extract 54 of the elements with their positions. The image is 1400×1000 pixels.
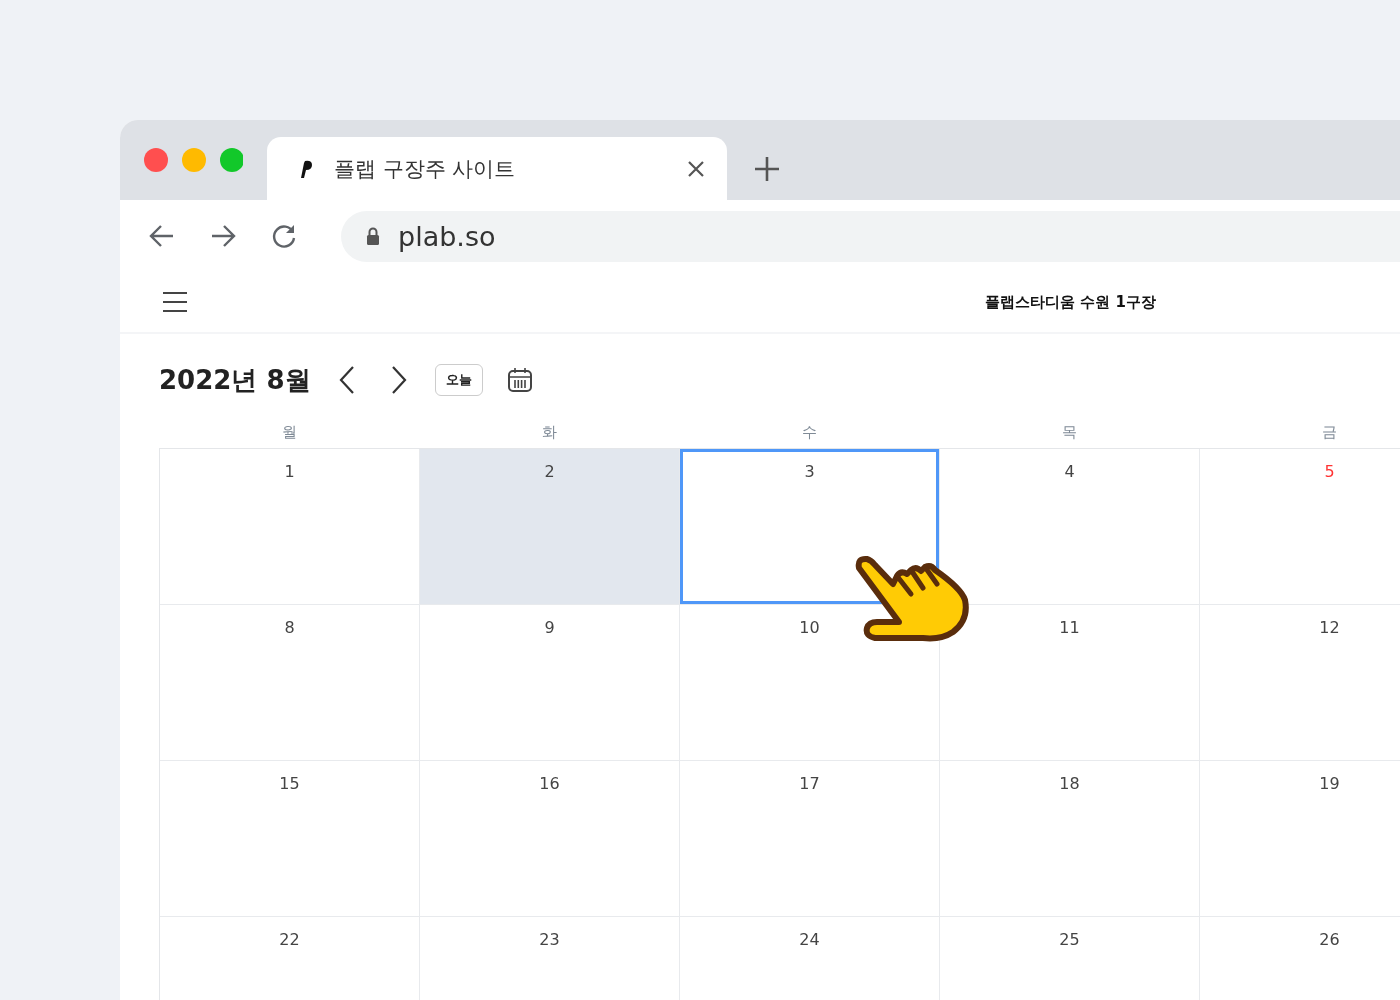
reload-icon[interactable] xyxy=(270,222,298,250)
day-cell[interactable]: 18 xyxy=(940,761,1200,917)
weekday-label: 금 xyxy=(1321,422,1337,442)
browser-tab[interactable]: 플랩 구장주 사이트 xyxy=(267,137,727,200)
day-number: 4 xyxy=(1064,462,1075,482)
day-number: 15 xyxy=(279,774,300,794)
day-cell[interactable]: 2 xyxy=(420,449,680,605)
day-number: 12 xyxy=(1319,618,1340,638)
day-cell[interactable]: 8 xyxy=(160,605,420,761)
day-number: 25 xyxy=(1059,930,1080,950)
today-button[interactable]: 오늘 xyxy=(434,364,483,396)
day-number: 5 xyxy=(1324,462,1335,482)
day-number: 18 xyxy=(1059,774,1080,794)
day-number: 9 xyxy=(544,618,555,638)
month-title: 2022년 8월 xyxy=(159,363,311,397)
weekday-label: 목 xyxy=(1061,422,1077,442)
lock-icon xyxy=(366,227,380,245)
day-number: 2 xyxy=(544,462,555,482)
day-cell[interactable]: 17 xyxy=(680,761,940,917)
address-bar[interactable]: plab.so xyxy=(341,210,1400,262)
day-cell[interactable]: 19 xyxy=(1200,761,1400,917)
day-number: 8 xyxy=(284,618,295,638)
day-cell[interactable]: 22 xyxy=(160,917,420,1000)
new-tab-icon[interactable] xyxy=(754,156,780,182)
day-number: 23 xyxy=(539,930,560,950)
day-number: 26 xyxy=(1319,930,1340,950)
day-number: 16 xyxy=(539,774,560,794)
day-cell[interactable]: 25 xyxy=(940,917,1200,1000)
calendar-icon[interactable] xyxy=(506,367,533,393)
day-number: 10 xyxy=(799,618,820,638)
stadium-title: 플랩스타디움 수원 1구장 xyxy=(985,292,1156,312)
day-cell[interactable]: 26 xyxy=(1200,917,1400,1000)
day-number: 11 xyxy=(1059,618,1080,638)
day-cell[interactable]: 16 xyxy=(420,761,680,917)
window-controls-icon[interactable] xyxy=(143,147,243,173)
day-number: 3 xyxy=(804,462,815,482)
day-number: 24 xyxy=(799,930,820,950)
day-number: 17 xyxy=(799,774,820,794)
pointing-hand-icon xyxy=(853,554,971,644)
day-cell[interactable]: 15 xyxy=(160,761,420,917)
day-cell[interactable]: 5 xyxy=(1200,449,1400,605)
menu-icon[interactable] xyxy=(162,291,188,313)
day-cell[interactable]: 9 xyxy=(420,605,680,761)
day-cell[interactable]: 12 xyxy=(1200,605,1400,761)
weekday-label: 월 xyxy=(281,422,297,442)
weekday-label: 수 xyxy=(801,422,817,442)
weekday-label: 화 xyxy=(541,422,557,442)
day-cell[interactable]: 24 xyxy=(680,917,940,1000)
day-number: 1 xyxy=(284,462,295,482)
day-number: 19 xyxy=(1319,774,1340,794)
close-icon[interactable] xyxy=(687,159,705,178)
day-number: 22 xyxy=(279,930,300,950)
day-cell[interactable]: 23 xyxy=(420,917,680,1000)
logo-icon xyxy=(300,158,314,179)
